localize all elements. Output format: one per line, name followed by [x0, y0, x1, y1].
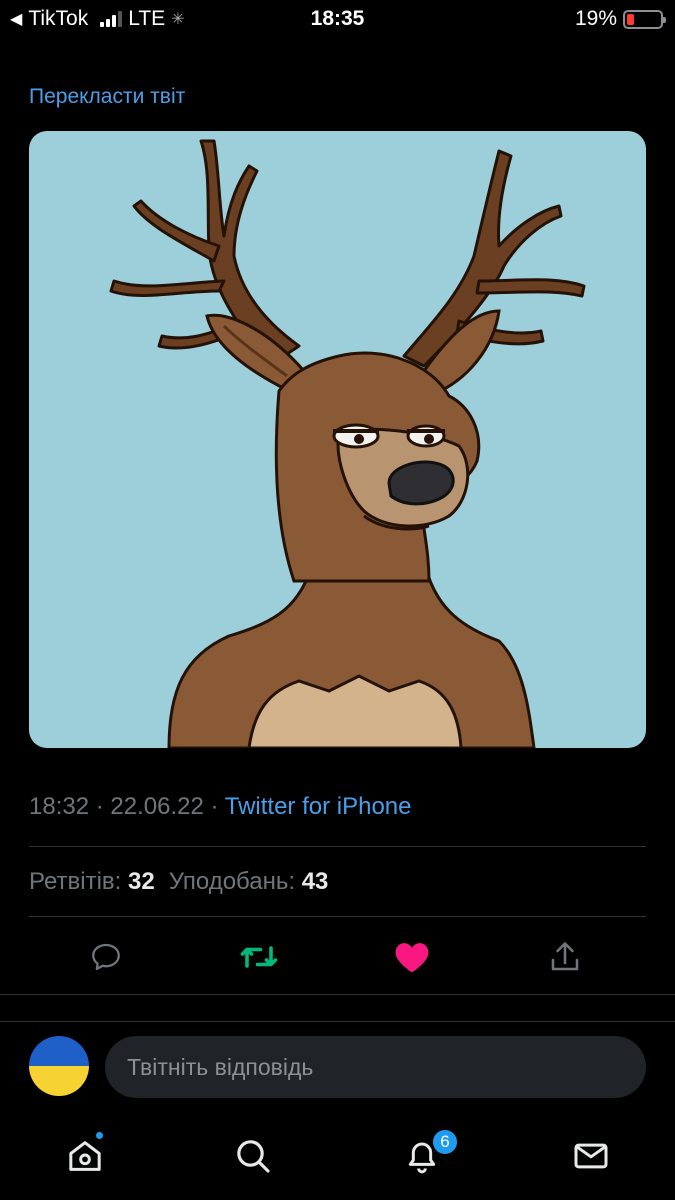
retweet-button[interactable] [237, 930, 281, 984]
reply-input[interactable] [105, 1036, 646, 1098]
translate-tweet-link[interactable]: Перекласти твіт [29, 85, 185, 109]
bottom-tab-bar: 6 [0, 1112, 675, 1200]
tweet-media-image[interactable] [29, 131, 646, 748]
divider [29, 846, 646, 847]
retweets-stat[interactable]: Ретвітів: 32 [29, 868, 155, 896]
divider [29, 916, 646, 917]
likes-stat[interactable]: Уподобань: 43 [169, 868, 329, 896]
tab-search[interactable] [229, 1132, 277, 1180]
status-bar: ◀ TikTok LTE ✳ 18:35 19% [0, 0, 675, 38]
tweet-time: 18:32 [29, 793, 90, 820]
tweet-detail-screen: ◀ TikTok LTE ✳ 18:35 19% Перекласти твіт [0, 0, 675, 1200]
search-icon [237, 1140, 270, 1173]
retweet-icon [240, 946, 278, 968]
tweet-stats: Ретвітів: 32 Уподобань: 43 [29, 868, 328, 896]
home-icon [69, 1141, 101, 1171]
avatar[interactable] [29, 1036, 89, 1096]
reply-composer [0, 1021, 675, 1111]
comment-icon [92, 943, 120, 971]
notifications-badge: 6 [431, 1128, 459, 1156]
flag-yellow-stripe [29, 1066, 89, 1096]
messages-icon [574, 1143, 608, 1169]
share-icon [551, 942, 579, 971]
status-right: 19% [574, 7, 666, 31]
home-new-dot [94, 1130, 105, 1141]
like-button[interactable] [390, 930, 434, 984]
deer-illustration [109, 139, 586, 748]
reply-button[interactable] [84, 930, 128, 984]
meta-separator: · [210, 793, 219, 820]
meta-separator: · [95, 793, 104, 820]
heart-icon [395, 943, 429, 973]
share-button[interactable] [543, 930, 587, 984]
retweets-count: 32 [128, 868, 155, 895]
likes-count: 43 [301, 868, 329, 895]
divider [0, 1021, 675, 1022]
tweet-date: 22.06.22 [110, 793, 204, 820]
likes-label: Уподобань: [168, 868, 296, 895]
battery-icon [623, 9, 666, 29]
tweet-meta: 18:32 · 22.06.22 · Twitter for iPhone [29, 793, 411, 821]
flag-blue-stripe [29, 1036, 89, 1066]
tab-messages[interactable] [567, 1132, 615, 1180]
tweet-actions [0, 930, 675, 984]
retweets-label: Ретвітів: [29, 868, 122, 895]
divider [0, 994, 675, 995]
status-time: 18:35 [310, 7, 365, 30]
battery-percent: 19% [574, 7, 617, 30]
tweet-source-link[interactable]: Twitter for iPhone [225, 793, 412, 820]
